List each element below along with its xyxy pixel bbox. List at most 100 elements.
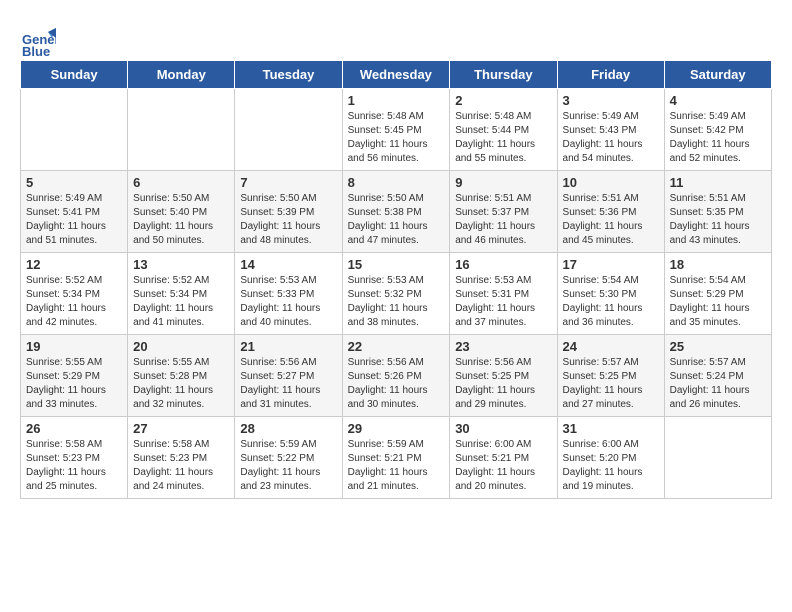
calendar-cell: 3 Sunrise: 5:49 AM Sunset: 5:43 PM Daylig… <box>557 89 664 171</box>
calendar-cell: 2 Sunrise: 5:48 AM Sunset: 5:44 PM Daylig… <box>450 89 557 171</box>
day-number: 14 <box>240 257 336 272</box>
calendar-cell: 22 Sunrise: 5:56 AM Sunset: 5:26 PM Dayli… <box>342 335 450 417</box>
calendar-table: SundayMondayTuesdayWednesdayThursdayFrid… <box>20 60 772 499</box>
day-info: Sunrise: 5:50 AM Sunset: 5:40 PM Dayligh… <box>133 192 229 248</box>
day-number: 5 <box>26 175 122 190</box>
day-info: Sunrise: 5:49 AM Sunset: 5:43 PM Dayligh… <box>563 110 659 166</box>
day-info: Sunrise: 5:50 AM Sunset: 5:39 PM Dayligh… <box>240 192 336 248</box>
day-info: Sunrise: 5:52 AM Sunset: 5:34 PM Dayligh… <box>133 274 229 330</box>
calendar-cell: 30 Sunrise: 6:00 AM Sunset: 5:21 PM Dayli… <box>450 417 557 499</box>
calendar-cell: 11 Sunrise: 5:51 AM Sunset: 5:35 PM Dayli… <box>664 171 771 253</box>
day-info: Sunrise: 5:58 AM Sunset: 5:23 PM Dayligh… <box>26 438 122 494</box>
day-info: Sunrise: 5:58 AM Sunset: 5:23 PM Dayligh… <box>133 438 229 494</box>
calendar-cell <box>235 89 342 171</box>
calendar-cell <box>21 89 128 171</box>
day-number: 16 <box>455 257 551 272</box>
calendar-cell <box>128 89 235 171</box>
weekday-header-monday: Monday <box>128 61 235 89</box>
day-info: Sunrise: 5:55 AM Sunset: 5:29 PM Dayligh… <box>26 356 122 412</box>
day-info: Sunrise: 6:00 AM Sunset: 5:21 PM Dayligh… <box>455 438 551 494</box>
day-info: Sunrise: 5:52 AM Sunset: 5:34 PM Dayligh… <box>26 274 122 330</box>
day-number: 25 <box>670 339 766 354</box>
day-number: 9 <box>455 175 551 190</box>
calendar-cell: 29Sunrise: 5:59 AM Sunset: 5:21 PM Dayli… <box>342 417 450 499</box>
day-number: 23 <box>455 339 551 354</box>
calendar-cell: 8 Sunrise: 5:50 AM Sunset: 5:38 PM Daylig… <box>342 171 450 253</box>
day-number: 24 <box>563 339 659 354</box>
weekday-header-friday: Friday <box>557 61 664 89</box>
day-number: 19 <box>26 339 122 354</box>
weekday-header-tuesday: Tuesday <box>235 61 342 89</box>
calendar-cell: 23 Sunrise: 5:56 AM Sunset: 5:25 PM Dayli… <box>450 335 557 417</box>
svg-text:Blue: Blue <box>22 44 50 59</box>
day-info: Sunrise: 5:48 AM Sunset: 5:44 PM Dayligh… <box>455 110 551 166</box>
day-number: 7 <box>240 175 336 190</box>
day-info: Sunrise: 5:49 AM Sunset: 5:42 PM Dayligh… <box>670 110 766 166</box>
day-number: 18 <box>670 257 766 272</box>
day-number: 21 <box>240 339 336 354</box>
day-number: 15 <box>348 257 445 272</box>
day-number: 2 <box>455 93 551 108</box>
day-info: Sunrise: 5:57 AM Sunset: 5:24 PM Dayligh… <box>670 356 766 412</box>
calendar-cell: 24 Sunrise: 5:57 AM Sunset: 5:25 PM Dayli… <box>557 335 664 417</box>
calendar-cell: 13 Sunrise: 5:52 AM Sunset: 5:34 PM Dayli… <box>128 253 235 335</box>
calendar-cell: 14 Sunrise: 5:53 AM Sunset: 5:33 PM Dayli… <box>235 253 342 335</box>
day-number: 3 <box>563 93 659 108</box>
day-number: 8 <box>348 175 445 190</box>
day-info: Sunrise: 5:56 AM Sunset: 5:25 PM Dayligh… <box>455 356 551 412</box>
weekday-header-thursday: Thursday <box>450 61 557 89</box>
day-info: Sunrise: 6:00 AM Sunset: 5:20 PM Dayligh… <box>563 438 659 494</box>
calendar-cell: 9Sunrise: 5:51 AM Sunset: 5:37 PM Daylig… <box>450 171 557 253</box>
day-number: 11 <box>670 175 766 190</box>
day-number: 10 <box>563 175 659 190</box>
calendar-cell: 4 Sunrise: 5:49 AM Sunset: 5:42 PM Daylig… <box>664 89 771 171</box>
day-number: 1 <box>348 93 445 108</box>
day-number: 31 <box>563 421 659 436</box>
day-number: 4 <box>670 93 766 108</box>
day-number: 20 <box>133 339 229 354</box>
day-info: Sunrise: 5:54 AM Sunset: 5:30 PM Dayligh… <box>563 274 659 330</box>
calendar-cell: 28 Sunrise: 5:59 AM Sunset: 5:22 PM Dayli… <box>235 417 342 499</box>
calendar-cell: 6 Sunrise: 5:50 AM Sunset: 5:40 PM Daylig… <box>128 171 235 253</box>
calendar-cell: 12 Sunrise: 5:52 AM Sunset: 5:34 PM Dayli… <box>21 253 128 335</box>
calendar-cell: 25 Sunrise: 5:57 AM Sunset: 5:24 PM Dayli… <box>664 335 771 417</box>
calendar-cell: 15 Sunrise: 5:53 AM Sunset: 5:32 PM Dayli… <box>342 253 450 335</box>
day-number: 28 <box>240 421 336 436</box>
day-info: Sunrise: 5:53 AM Sunset: 5:32 PM Dayligh… <box>348 274 445 330</box>
day-info: Sunrise: 5:53 AM Sunset: 5:33 PM Dayligh… <box>240 274 336 330</box>
calendar-cell: 5 Sunrise: 5:49 AM Sunset: 5:41 PM Daylig… <box>21 171 128 253</box>
calendar-cell: 16 Sunrise: 5:53 AM Sunset: 5:31 PM Dayli… <box>450 253 557 335</box>
calendar-cell: 1 Sunrise: 5:48 AM Sunset: 5:45 PM Daylig… <box>342 89 450 171</box>
day-number: 27 <box>133 421 229 436</box>
calendar-cell: 10 Sunrise: 5:51 AM Sunset: 5:36 PM Dayli… <box>557 171 664 253</box>
day-info: Sunrise: 5:48 AM Sunset: 5:45 PM Dayligh… <box>348 110 445 166</box>
day-info: Sunrise: 5:57 AM Sunset: 5:25 PM Dayligh… <box>563 356 659 412</box>
calendar-cell: 7 Sunrise: 5:50 AM Sunset: 5:39 PM Daylig… <box>235 171 342 253</box>
day-number: 6 <box>133 175 229 190</box>
calendar-cell: 27 Sunrise: 5:58 AM Sunset: 5:23 PM Dayli… <box>128 417 235 499</box>
day-number: 17 <box>563 257 659 272</box>
day-info: Sunrise: 5:56 AM Sunset: 5:27 PM Dayligh… <box>240 356 336 412</box>
day-number: 22 <box>348 339 445 354</box>
day-info: Sunrise: 5:56 AM Sunset: 5:26 PM Dayligh… <box>348 356 445 412</box>
weekday-header-saturday: Saturday <box>664 61 771 89</box>
day-info: Sunrise: 5:49 AM Sunset: 5:41 PM Dayligh… <box>26 192 122 248</box>
day-info: Sunrise: 5:51 AM Sunset: 5:36 PM Dayligh… <box>563 192 659 248</box>
day-number: 30 <box>455 421 551 436</box>
day-info: Sunrise: 5:50 AM Sunset: 5:38 PM Dayligh… <box>348 192 445 248</box>
weekday-header-wednesday: Wednesday <box>342 61 450 89</box>
weekday-header-sunday: Sunday <box>21 61 128 89</box>
day-number: 12 <box>26 257 122 272</box>
day-info: Sunrise: 5:53 AM Sunset: 5:31 PM Dayligh… <box>455 274 551 330</box>
day-info: Sunrise: 5:55 AM Sunset: 5:28 PM Dayligh… <box>133 356 229 412</box>
logo-icon: General Blue <box>20 24 56 60</box>
calendar-cell: 21 Sunrise: 5:56 AM Sunset: 5:27 PM Dayli… <box>235 335 342 417</box>
calendar-cell: 17 Sunrise: 5:54 AM Sunset: 5:30 PM Dayli… <box>557 253 664 335</box>
calendar-cell: 31 Sunrise: 6:00 AM Sunset: 5:20 PM Dayli… <box>557 417 664 499</box>
calendar-cell <box>664 417 771 499</box>
day-number: 13 <box>133 257 229 272</box>
day-info: Sunrise: 5:59 AM Sunset: 5:22 PM Dayligh… <box>240 438 336 494</box>
day-info: Sunrise: 5:54 AM Sunset: 5:29 PM Dayligh… <box>670 274 766 330</box>
calendar-cell: 19 Sunrise: 5:55 AM Sunset: 5:29 PM Dayli… <box>21 335 128 417</box>
day-info: Sunrise: 5:51 AM Sunset: 5:35 PM Dayligh… <box>670 192 766 248</box>
